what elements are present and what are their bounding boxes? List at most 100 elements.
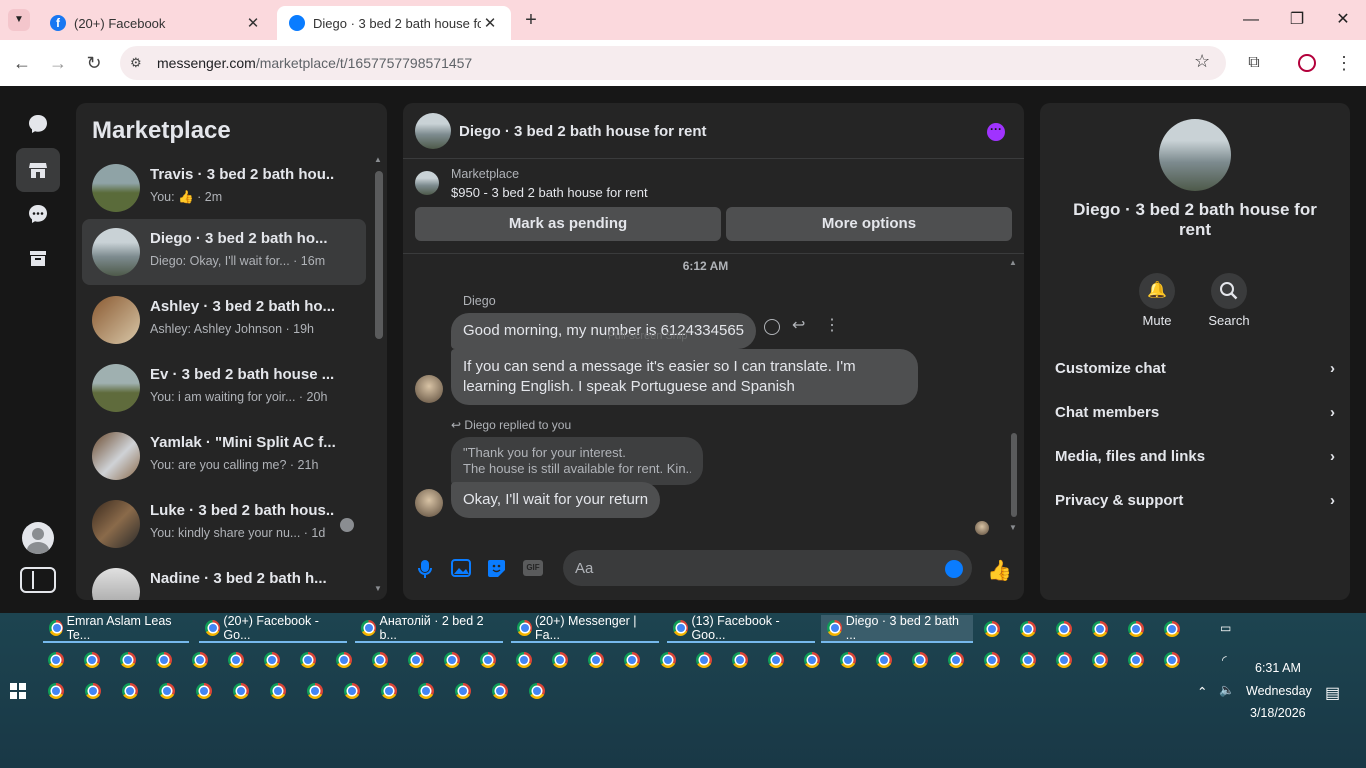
chat-members-row[interactable]: Chat members ›	[1055, 397, 1335, 427]
chrome-window-icon[interactable]	[1092, 652, 1108, 668]
chrome-window-icon[interactable]	[336, 652, 352, 668]
conversation-item[interactable]: Luke · 3 bed 2 bath hous... You: kindly …	[82, 491, 366, 557]
conversation-item[interactable]: Diego · 3 bed 2 bath ho... Diego: Okay, …	[82, 219, 366, 285]
chrome-window-icon[interactable]	[529, 683, 545, 699]
chrome-window-icon[interactable]	[876, 652, 892, 668]
react-emoji-icon[interactable]	[764, 319, 780, 335]
volume-icon[interactable]: 🔈	[1219, 683, 1235, 698]
tab-search-button[interactable]: ▼	[8, 9, 30, 31]
chrome-window-icon[interactable]	[196, 683, 212, 699]
new-tab-icon[interactable]: +	[520, 9, 542, 31]
taskbar-window[interactable]: Diego · 3 bed 2 bath ...	[821, 614, 973, 643]
message-bubble[interactable]: Good morning, my number is 6124334565	[451, 313, 757, 349]
close-window-icon[interactable]: ✕	[1328, 8, 1358, 32]
chrome-window-icon[interactable]	[228, 652, 244, 668]
back-icon[interactable]: ←	[8, 49, 36, 77]
close-icon[interactable]: ✕	[481, 14, 499, 32]
chrome-window-icon[interactable]	[120, 652, 136, 668]
archive-icon[interactable]	[16, 236, 60, 280]
scroll-up-arrow-icon[interactable]: ▲	[1009, 258, 1017, 267]
customize-chat-row[interactable]: Customize chat ›	[1055, 353, 1335, 383]
battery-icon[interactable]: ▭	[1220, 621, 1231, 635]
chrome-window-icon[interactable]	[1056, 621, 1072, 637]
conversation-item[interactable]: Yamlak · "Mini Split AC f... You: are yo…	[82, 423, 366, 489]
chrome-window-icon[interactable]	[84, 652, 100, 668]
chrome-window-icon[interactable]	[444, 652, 460, 668]
close-icon[interactable]: ✕	[244, 14, 262, 32]
chrome-window-icon[interactable]	[804, 652, 820, 668]
gif-icon[interactable]: GIF	[523, 560, 543, 576]
clock-date[interactable]: 3/18/2026	[1250, 706, 1306, 720]
chrome-window-icon[interactable]	[732, 652, 748, 668]
chrome-window-icon[interactable]	[1164, 652, 1180, 668]
chat-avatar[interactable]	[415, 113, 451, 149]
site-info-icon[interactable]: ⚙	[130, 55, 146, 71]
conversation-item[interactable]: Ashley · 3 bed 2 bath ho... Ashley: Ashl…	[82, 287, 366, 353]
mark-as-pending-button[interactable]: Mark as pending	[415, 207, 721, 241]
show-hidden-icons-chevron-icon[interactable]: ⌃	[1197, 684, 1207, 699]
scroll-down-arrow-icon[interactable]: ▼	[1009, 523, 1017, 532]
thumbs-up-icon[interactable]: 👍	[987, 558, 1012, 583]
photo-icon[interactable]	[451, 559, 471, 582]
minimize-icon[interactable]: —	[1236, 8, 1266, 32]
chrome-window-icon[interactable]	[552, 652, 568, 668]
chrome-window-icon[interactable]	[455, 683, 471, 699]
chrome-window-icon[interactable]	[85, 683, 101, 699]
extensions-icon[interactable]: ⧉	[1240, 49, 1268, 77]
reload-icon[interactable]: ↻	[80, 49, 108, 77]
message-bubble[interactable]: If you can send a message it's easier so…	[451, 349, 918, 405]
reply-icon[interactable]: ↩	[792, 315, 805, 335]
chrome-window-icon[interactable]	[48, 652, 64, 668]
chrome-window-icon[interactable]	[660, 652, 676, 668]
media-files-links-row[interactable]: Media, files and links ›	[1055, 441, 1335, 471]
chrome-window-icon[interactable]	[696, 652, 712, 668]
chrome-window-icon[interactable]	[122, 683, 138, 699]
conversation-item[interactable]: Travis · 3 bed 2 bath hou... You: 👍 · 2m	[82, 155, 366, 221]
chrome-window-icon[interactable]	[1128, 621, 1144, 637]
sidebar-toggle-icon[interactable]	[20, 567, 56, 593]
chrome-window-icon[interactable]	[768, 652, 784, 668]
chrome-window-icon[interactable]	[372, 652, 388, 668]
sticker-icon[interactable]	[487, 559, 506, 583]
chat-scrollbar[interactable]	[1011, 433, 1017, 517]
message-bubble[interactable]: Okay, I'll wait for your return	[451, 482, 661, 518]
scroll-down-arrow-icon[interactable]: ▼	[374, 584, 382, 593]
chrome-window-icon[interactable]	[381, 683, 397, 699]
chrome-window-icon[interactable]	[1092, 621, 1108, 637]
profile-icon[interactable]	[1298, 54, 1316, 72]
chrome-window-icon[interactable]	[984, 652, 1000, 668]
privacy-support-row[interactable]: Privacy & support ›	[1055, 485, 1335, 515]
emoji-icon[interactable]	[945, 560, 963, 578]
bookmark-star-icon[interactable]: ☆	[1194, 51, 1210, 72]
taskbar-window[interactable]: Emran Aslam Leas Te...	[43, 614, 189, 643]
more-options-button[interactable]: More options	[726, 207, 1012, 241]
search-button[interactable]	[1211, 273, 1247, 309]
more-icon[interactable]: ···	[987, 123, 1005, 141]
tab-messenger-diego[interactable]: Diego · 3 bed 2 bath house for r ✕	[277, 6, 511, 40]
chrome-window-icon[interactable]	[156, 652, 172, 668]
microphone-icon[interactable]	[417, 559, 433, 584]
user-avatar[interactable]	[22, 522, 54, 554]
wifi-icon[interactable]: ◜	[1222, 653, 1227, 667]
marketplace-icon[interactable]	[16, 148, 60, 192]
listing-title[interactable]: $950 - 3 bed 2 bath house for rent	[451, 185, 648, 200]
chrome-window-icon[interactable]	[1020, 621, 1036, 637]
taskbar-window[interactable]: Анатолій · 2 bed 2 b...	[355, 614, 503, 643]
address-bar[interactable]: ⚙ messenger.com/marketplace/t/1657757798…	[120, 46, 1226, 80]
mute-button[interactable]: 🔔	[1139, 273, 1175, 309]
windows-start-icon[interactable]	[10, 683, 26, 699]
details-avatar[interactable]	[1159, 119, 1231, 191]
chrome-window-icon[interactable]	[948, 652, 964, 668]
conversation-item[interactable]: Nadine · 3 bed 2 bath h...	[82, 559, 366, 600]
quoted-message[interactable]: "Thank you for your interest. The house …	[451, 437, 703, 485]
chrome-window-icon[interactable]	[588, 652, 604, 668]
restore-icon[interactable]: ❐	[1282, 8, 1312, 32]
clock-time[interactable]: 6:31 AM	[1255, 661, 1301, 675]
chats-icon[interactable]	[16, 102, 60, 146]
chrome-window-icon[interactable]	[516, 652, 532, 668]
chrome-window-icon[interactable]	[418, 683, 434, 699]
chrome-window-icon[interactable]	[48, 683, 64, 699]
requests-icon[interactable]	[16, 192, 60, 236]
chrome-window-icon[interactable]	[307, 683, 323, 699]
chrome-window-icon[interactable]	[1164, 621, 1180, 637]
